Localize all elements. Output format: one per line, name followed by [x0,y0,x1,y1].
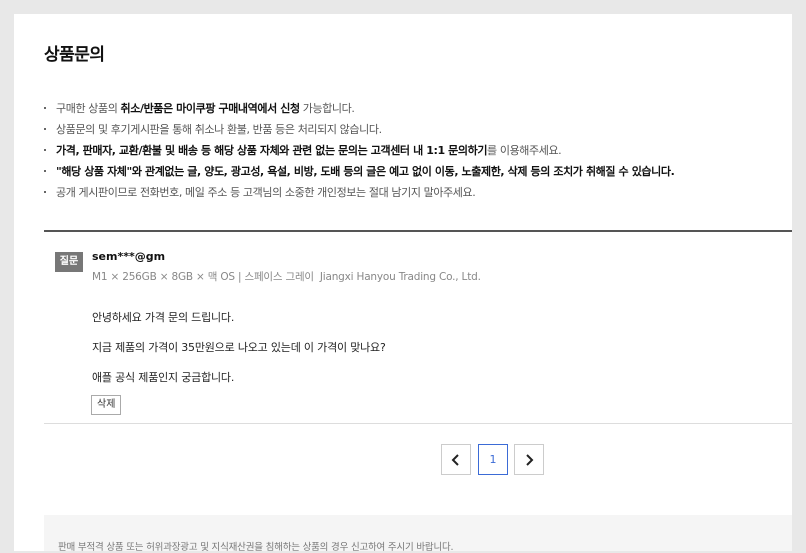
prev-page-button[interactable] [441,444,471,475]
list-bottom-divider [44,423,806,424]
seller-name: Jiangxi Hanyou Trading Co., Ltd. [319,271,481,283]
notice-item: "해당 상품 자체"와 관계없는 글, 양도, 광고성, 욕설, 비방, 도배 … [44,161,784,182]
chevron-left-icon [451,453,459,466]
notice-item: 상품문의 및 후기게시판을 통해 취소나 환불, 반품 등은 처리되지 않습니다… [44,119,784,140]
notice-list: 구매한 상품의 취소/반품은 마이쿠팡 구매내역에서 신청 가능합니다. 상품문… [44,98,784,203]
notice-item: 공개 게시판이므로 전화번호, 메일 주소 등 고객님의 소중한 개인정보는 절… [44,182,784,203]
notice-item: 구매한 상품의 취소/반품은 마이쿠팡 구매내역에서 신청 가능합니다. [44,98,784,119]
question-badge: 질문 [55,252,83,272]
option-text: M1 × 256GB × 8GB × 맥 OS | 스페이스 그레이 [92,271,314,283]
inquiry-body-line: 애플 공식 제품인지 궁금합니다. [92,371,235,384]
inquiry-product-option: M1 × 256GB × 8GB × 맥 OS | 스페이스 그레이 Jiangx… [92,269,481,284]
page-number-button[interactable]: 1 [478,444,508,475]
inquiry-body-line: 지금 제품의 가격이 35만원으로 나오고 있는데 이 가격이 맞나요? [92,341,386,354]
next-page-button[interactable] [514,444,544,475]
section-title: 상품문의 [44,45,105,65]
delete-button[interactable]: 삭제 [91,395,122,415]
inquiry-item: 질문 sem***@gm M1 × 256GB × 8GB × 맥 OS | 스… [44,232,806,422]
notice-item: 가격, 판매자, 교환/환불 및 배송 등 해당 상품 자체와 관련 없는 문의… [44,140,784,161]
inquiry-author: sem***@gm [92,250,166,263]
page-edge-shade [792,0,806,551]
report-notice-box: 판매 부적격 상품 또는 허위과장광고 및 지식재산권을 침해하는 상품의 경우… [44,515,792,553]
chevron-right-icon [526,453,534,466]
page-frame: 상품문의 구매한 상품의 취소/반품은 마이쿠팡 구매내역에서 신청 가능합니다… [14,14,806,553]
inquiry-body-line: 안녕하세요 가격 문의 드립니다. [92,311,235,324]
